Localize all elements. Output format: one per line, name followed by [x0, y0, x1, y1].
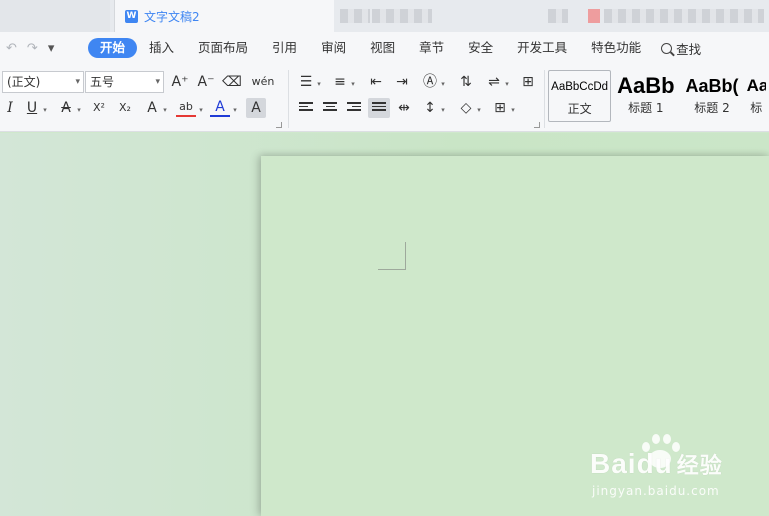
tab-section[interactable]: 章节	[407, 38, 456, 58]
subscript-button[interactable]: X₂	[114, 98, 136, 118]
group-separator	[288, 70, 289, 128]
customize-icon[interactable]: ▾	[48, 41, 55, 56]
undo-icon[interactable]: ↶	[6, 41, 17, 56]
ribbon-toolbar: (正文) 五号 A⁺ A⁻ ⌫ wén I U ▾ A ▾ X² X₂ A ▾ …	[0, 64, 769, 132]
writer-doc-icon: W	[125, 9, 138, 23]
align-right-icon[interactable]	[344, 98, 364, 118]
tab-special-features[interactable]: 特色功能	[579, 38, 653, 58]
style-normal[interactable]: AaBbCcDd 正文	[548, 70, 612, 122]
align-left-icon[interactable]	[296, 98, 316, 118]
tab-insert[interactable]: 插入	[137, 38, 186, 58]
shrink-font-button[interactable]: A⁻	[196, 72, 216, 92]
baidu-watermark: Baidu 经验 jingyan.baidu.com	[590, 432, 765, 502]
style-sample: AaBb(	[685, 76, 739, 96]
style-sample: Aa	[746, 76, 766, 95]
blurred-area	[588, 9, 600, 23]
font-dialog-launcher[interactable]	[276, 122, 282, 128]
title-bar: W 文字文稿2	[0, 0, 769, 32]
redo-icon[interactable]: ↷	[27, 41, 38, 56]
blurred-area	[548, 9, 568, 23]
text-effect-dropdown-icon[interactable]: ▾	[160, 98, 170, 118]
character-shading-button[interactable]: A	[246, 98, 266, 118]
highlight-button[interactable]: ab	[176, 97, 196, 117]
grow-font-button[interactable]: A⁺	[170, 72, 190, 92]
clear-format-button[interactable]: ⌫	[222, 72, 242, 92]
align-justify-icon[interactable]	[368, 98, 390, 118]
tab-review[interactable]: 审阅	[309, 38, 358, 58]
style-label: 标题 1	[628, 101, 664, 115]
menu-bar: ↶ ↷ ▾ 开始 插入 页面布局 引用 审阅 视图 章节 安全 开发工具 特色功…	[0, 32, 769, 64]
tab-page-layout[interactable]: 页面布局	[186, 38, 260, 58]
shading-fill-icon[interactable]: ◇	[456, 98, 476, 118]
font-color-button[interactable]: A	[210, 97, 230, 117]
style-sample: AaBb	[617, 73, 675, 98]
watermark-url: jingyan.baidu.com	[592, 484, 720, 498]
borders-icon[interactable]: ⊞	[490, 98, 510, 118]
tab-security[interactable]: 安全	[456, 38, 505, 58]
line-paragraph-icon[interactable]: ⇌	[484, 72, 504, 92]
paragraph-dialog-launcher[interactable]	[534, 122, 540, 128]
style-heading-1[interactable]: AaBb 标题 1	[614, 70, 677, 122]
watermark-logo-text: Baidu 经验	[590, 448, 723, 480]
document-title: 文字文稿2	[144, 9, 200, 24]
watermark-brand: Baidu	[590, 448, 673, 479]
decrease-indent-icon[interactable]: ⇤	[366, 72, 386, 92]
change-case-dropdown-icon[interactable]: ▾	[438, 72, 448, 92]
superscript-button[interactable]: X²	[88, 98, 110, 118]
search-button[interactable]: 查找	[653, 39, 701, 58]
sort-icon[interactable]: ⇅	[456, 72, 476, 92]
table-frame-icon[interactable]: ⊞	[518, 72, 538, 92]
line-spacing-dropdown-icon[interactable]: ▾	[438, 98, 448, 118]
line-spacing-icon[interactable]: ↕	[420, 98, 440, 118]
numbered-list-dropdown-icon[interactable]: ▾	[348, 72, 358, 92]
phonetic-guide-button[interactable]: wén	[250, 72, 276, 92]
watermark-suffix: 经验	[676, 453, 723, 478]
strikethrough-button[interactable]: A	[56, 98, 76, 118]
style-heading-2[interactable]: AaBb( 标题 2	[680, 70, 743, 122]
italic-button[interactable]: I	[0, 98, 20, 118]
style-label: 正文	[567, 102, 592, 116]
increase-indent-icon[interactable]: ⇥	[392, 72, 412, 92]
search-label: 查找	[676, 41, 702, 57]
line-paragraph-dropdown-icon[interactable]: ▾	[502, 72, 512, 92]
group-separator	[544, 70, 545, 128]
font-color-dropdown-icon[interactable]: ▾	[230, 98, 240, 118]
numbered-list-icon[interactable]: ≡	[330, 72, 350, 92]
highlight-dropdown-icon[interactable]: ▾	[196, 98, 206, 118]
change-case-icon[interactable]: Ⓐ	[420, 72, 440, 92]
blurred-area	[340, 9, 370, 23]
tab-home[interactable]: 开始	[88, 38, 138, 58]
font-size-select[interactable]: 五号	[85, 71, 164, 93]
style-label: 标题 2	[694, 101, 730, 115]
style-heading-3[interactable]: Aa 标	[747, 70, 766, 122]
blurred-area	[604, 9, 764, 23]
bullet-list-icon[interactable]: ☰	[296, 72, 316, 92]
style-sample: AaBbCcDd	[551, 81, 609, 93]
styles-gallery: AaBbCcDd 正文 AaBb 标题 1 AaBb( 标题 2 Aa 标	[548, 70, 769, 126]
borders-dropdown-icon[interactable]: ▾	[508, 98, 518, 118]
strikethrough-dropdown-icon[interactable]: ▾	[74, 98, 84, 118]
home-tab-area[interactable]	[0, 0, 110, 32]
blurred-area	[372, 9, 432, 23]
quick-access-toolbar: ↶ ↷ ▾	[0, 41, 88, 56]
search-icon	[661, 42, 673, 54]
font-name-select[interactable]: (正文)	[2, 71, 84, 93]
shading-dropdown-icon[interactable]: ▾	[474, 98, 484, 118]
text-effect-button[interactable]: A	[142, 98, 162, 118]
document-tab[interactable]: W 文字文稿2	[114, 0, 334, 32]
tab-view[interactable]: 视图	[358, 38, 407, 58]
style-label: 标	[750, 101, 763, 115]
tab-references[interactable]: 引用	[260, 38, 309, 58]
distributed-align-icon[interactable]: ⇹	[394, 98, 414, 118]
align-center-icon[interactable]	[320, 98, 340, 118]
tab-developer[interactable]: 开发工具	[505, 38, 579, 58]
underline-button[interactable]: U	[22, 98, 42, 118]
bullet-list-dropdown-icon[interactable]: ▾	[314, 72, 324, 92]
underline-dropdown-icon[interactable]: ▾	[40, 98, 50, 118]
page-margin-marker	[378, 242, 406, 270]
